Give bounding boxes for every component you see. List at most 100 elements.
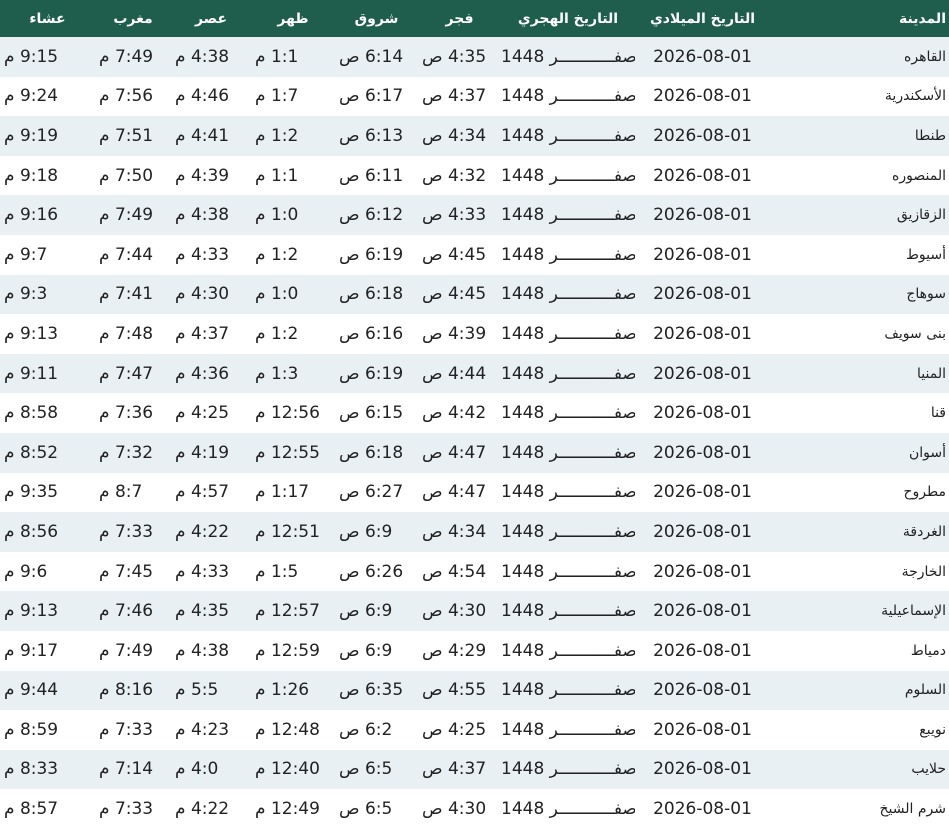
isha-time-text: 9:7 م: [4, 244, 48, 265]
maghrib-time-text: 7:14 م: [99, 759, 154, 780]
isha-time-text: 9:24 م: [4, 86, 59, 107]
hijri-date-text: 18 صفـــــــــــر 1448: [501, 284, 635, 305]
maghrib-time-cell: 7:44 م: [95, 235, 171, 275]
hijri-date-text: 18 صفـــــــــــر 1448: [501, 403, 635, 424]
hijri-date-text: 18 صفـــــــــــر 1448: [501, 601, 635, 622]
hijri-date-text: 18 صفـــــــــــر 1448: [501, 125, 635, 146]
header-city: المدينة: [899, 10, 946, 27]
dhuhr-time-cell: 12:40 م: [251, 750, 335, 790]
table-row: قنا 2026-08-01 18 صفـــــــــــر 1448 4:42 …: [0, 393, 949, 433]
hijri-date-cell: 18 صفـــــــــــر 1448: [501, 354, 635, 394]
shorouq-time-text: 6:19 ص: [339, 244, 404, 265]
fajr-time-cell: 4:42 ص: [418, 393, 501, 433]
city-cell: مطروح: [903, 484, 946, 501]
header-isha: عشاء: [29, 10, 66, 27]
hijri-date-cell: 18 صفـــــــــــر 1448: [501, 552, 635, 592]
hijri-date-cell: 18 صفـــــــــــر 1448: [501, 275, 635, 315]
fajr-time-text: 4:33 ص: [422, 205, 487, 226]
asr-time-text: 4:35 م: [175, 601, 230, 622]
shorouq-time-cell: 6:27 ص: [335, 473, 418, 513]
isha-time-cell: 9:11 م: [0, 354, 95, 394]
asr-time-text: 4:22 م: [175, 521, 230, 542]
isha-time-text: 8:57 م: [4, 799, 59, 820]
city-cell: الزقازيق: [896, 207, 946, 224]
fajr-time-text: 4:55 ص: [422, 680, 487, 701]
dhuhr-time-text: 1:3 م: [255, 363, 299, 384]
dhuhr-time-cell: 1:2 م: [251, 314, 335, 354]
hijri-date-text: 18 صفـــــــــــر 1448: [501, 205, 635, 226]
dhuhr-time-text: 1:5 م: [255, 561, 299, 582]
asr-time-cell: 4:35 م: [171, 591, 251, 631]
isha-time-cell: 9:7 م: [0, 235, 95, 275]
hijri-date-cell: 18 صفـــــــــــر 1448: [501, 116, 635, 156]
fajr-time-cell: 4:33 ص: [418, 195, 501, 235]
asr-time-text: 4:41 م: [175, 125, 230, 146]
table-row: بنى سويف 2026-08-01 18 صفـــــــــــر 1448…: [0, 314, 949, 354]
fajr-time-text: 4:42 ص: [422, 403, 487, 424]
city-cell: الغردقة: [902, 523, 946, 540]
isha-time-cell: 9:19 م: [0, 116, 95, 156]
dhuhr-time-cell: 1:5 م: [251, 552, 335, 592]
isha-time-cell: 8:33 م: [0, 750, 95, 790]
maghrib-time-text: 8:16 م: [99, 680, 154, 701]
dhuhr-time-cell: 12:59 م: [251, 631, 335, 671]
isha-time-cell: 9:17 م: [0, 631, 95, 671]
maghrib-time-cell: 7:49 م: [95, 631, 171, 671]
shorouq-time-cell: 6:14 ص: [335, 37, 418, 77]
hijri-date-cell: 18 صفـــــــــــر 1448: [501, 591, 635, 631]
isha-time-cell: 8:58 م: [0, 393, 95, 433]
maghrib-time-cell: 7:14 م: [95, 750, 171, 790]
shorouq-time-text: 6:16 ص: [339, 323, 404, 344]
fajr-time-text: 4:30 ص: [422, 601, 487, 622]
shorouq-time-cell: 6:26 ص: [335, 552, 418, 592]
shorouq-time-text: 6:35 ص: [339, 680, 404, 701]
fajr-time-cell: 4:34 ص: [418, 116, 501, 156]
fajr-time-text: 4:34 ص: [422, 521, 487, 542]
fajr-time-cell: 4:37 ص: [418, 77, 501, 117]
isha-time-cell: 9:16 م: [0, 195, 95, 235]
dhuhr-time-text: 1:2 م: [255, 244, 299, 265]
fajr-time-cell: 4:29 ص: [418, 631, 501, 671]
dhuhr-time-cell: 12:56 م: [251, 393, 335, 433]
city-cell: حلايب: [911, 761, 946, 778]
gregorian-date-cell: 2026-08-01: [653, 165, 752, 186]
asr-time-text: 4:36 م: [175, 363, 230, 384]
header-fajr: فجر: [445, 10, 474, 27]
asr-time-cell: 4:33 م: [171, 235, 251, 275]
hijri-date-text: 18 صفـــــــــــر 1448: [501, 442, 635, 463]
gregorian-date-cell: 2026-08-01: [653, 244, 752, 265]
maghrib-time-text: 7:49 م: [99, 205, 154, 226]
table-row: حلايب 2026-08-01 18 صفـــــــــــر 1448 4:3…: [0, 749, 949, 790]
maghrib-time-cell: 7:49 م: [95, 195, 171, 235]
isha-time-text: 9:44 م: [4, 680, 59, 701]
shorouq-time-cell: 6:17 ص: [335, 77, 418, 117]
table-row: أسوان 2026-08-01 18 صفـــــــــــر 1448 4:4…: [0, 432, 949, 473]
shorouq-time-cell: 6:35 ص: [335, 671, 418, 711]
fajr-time-cell: 4:44 ص: [418, 354, 501, 394]
gregorian-date-cell: 2026-08-01: [653, 799, 752, 820]
isha-time-text: 9:11 م: [4, 363, 59, 384]
dhuhr-time-text: 12:49 م: [255, 799, 320, 820]
dhuhr-time-cell: 1:17 م: [251, 473, 335, 513]
gregorian-date-cell: 2026-08-01: [653, 561, 752, 582]
maghrib-time-text: 7:46 م: [99, 601, 154, 622]
shorouq-time-cell: 6:5 ص: [335, 789, 418, 829]
maghrib-time-cell: 7:33 م: [95, 512, 171, 552]
hijri-date-cell: 18 صفـــــــــــر 1448: [501, 631, 635, 671]
city-cell: الإسماعيلية: [881, 603, 946, 620]
dhuhr-time-text: 12:48 م: [255, 719, 320, 740]
header-asr: عصر: [194, 10, 228, 27]
dhuhr-time-text: 1:17 م: [255, 482, 310, 503]
hijri-date-text: 18 صفـــــــــــر 1448: [501, 165, 635, 186]
hijri-date-cell: 18 صفـــــــــــر 1448: [501, 77, 635, 117]
maghrib-time-text: 7:44 م: [99, 244, 154, 265]
asr-time-cell: 4:23 م: [171, 710, 251, 750]
fajr-time-text: 4:35 ص: [422, 46, 487, 67]
header-maghrib: مغرب: [113, 10, 153, 27]
hijri-date-text: 18 صفـــــــــــر 1448: [501, 244, 635, 265]
hijri-date-text: 18 صفـــــــــــر 1448: [501, 46, 635, 67]
dhuhr-time-cell: 1:0 م: [251, 275, 335, 315]
maghrib-time-cell: 7:36 م: [95, 393, 171, 433]
fajr-time-cell: 4:55 ص: [418, 671, 501, 711]
shorouq-time-cell: 6:5 ص: [335, 750, 418, 790]
